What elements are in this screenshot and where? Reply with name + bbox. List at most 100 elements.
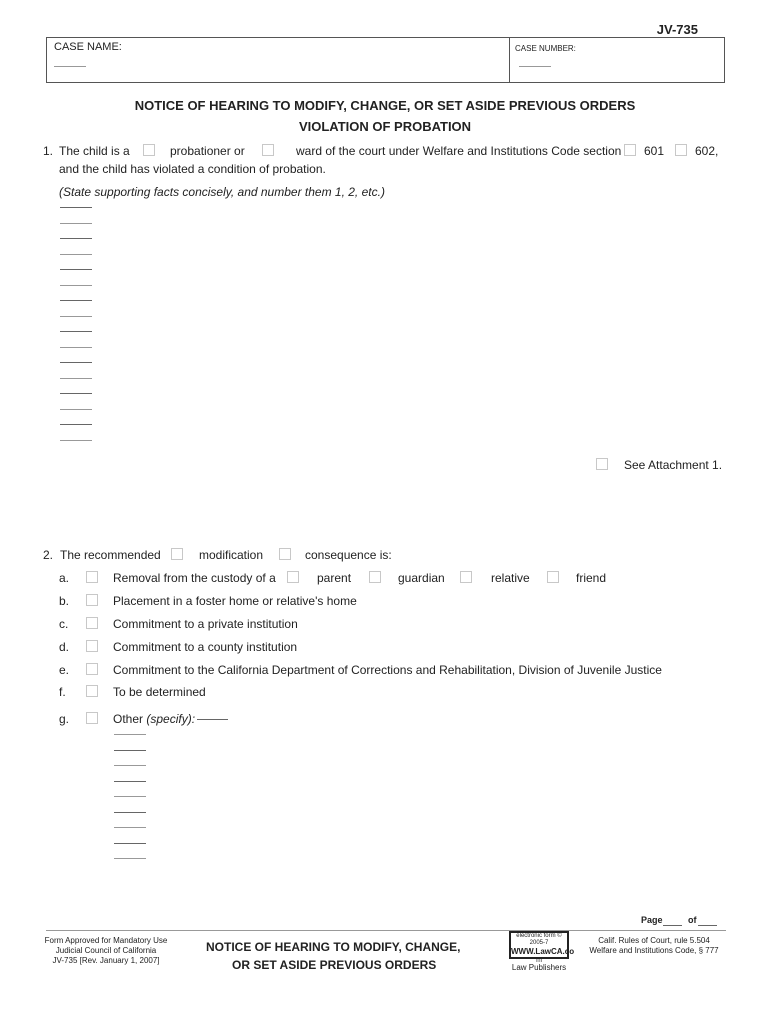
footer-right-line: Calif. Rules of Court, rule 5.504 — [598, 936, 710, 945]
fact-line-field[interactable] — [60, 408, 92, 410]
of-label: of — [688, 915, 697, 925]
consequence-label: consequence is: — [305, 548, 392, 562]
lawca-stamp[interactable]: electronic form © 2005-7 WWW.LawCA.co — [509, 931, 574, 959]
custody-friend-checkbox[interactable] — [547, 571, 559, 583]
footer-title-line1: NOTICE OF HEARING TO MODIFY, CHANGE, — [206, 940, 461, 954]
fact-line-field[interactable] — [60, 300, 92, 301]
page-number-field[interactable] — [663, 925, 682, 926]
section1-instruction: (State supporting facts concisely, and n… — [59, 185, 385, 199]
fact-line-field[interactable] — [60, 253, 92, 255]
other-line-field[interactable] — [114, 734, 146, 735]
custody-relative-label: relative — [491, 571, 530, 585]
item-f-checkbox[interactable] — [86, 685, 98, 697]
item-d-checkbox[interactable] — [86, 640, 98, 652]
item-d-letter: d. — [59, 640, 70, 654]
section-602-checkbox[interactable] — [675, 144, 687, 156]
case-name-label: CASE NAME: — [54, 41, 122, 53]
other-line-field[interactable] — [114, 858, 146, 859]
item-g-specify: (specify): — [146, 712, 196, 726]
footer-left: Form Approved for Mandatory Use Judicial… — [40, 936, 172, 966]
form-number: JV-735 — [656, 22, 698, 37]
ward-checkbox[interactable] — [262, 144, 274, 156]
custody-relative-checkbox[interactable] — [460, 571, 472, 583]
section2-number: 2. — [43, 548, 54, 562]
item-c-letter: c. — [59, 617, 69, 631]
fact-line-field[interactable] — [60, 315, 92, 317]
case-name-field[interactable] — [54, 66, 86, 67]
fact-line-field[interactable] — [60, 377, 92, 379]
other-line-field[interactable] — [114, 827, 146, 828]
other-line-field[interactable] — [114, 765, 146, 766]
section2-text: The recommended — [60, 548, 161, 562]
page-total-field[interactable] — [698, 925, 717, 926]
other-line-field[interactable] — [114, 811, 146, 813]
other-specify-field[interactable] — [197, 719, 228, 720]
case-number-label: CASE NUMBER: — [515, 44, 576, 53]
footer-right-line: Welfare and Institutions Code, § 777 — [589, 946, 719, 955]
footer-title-line2: OR SET ASIDE PREVIOUS ORDERS — [232, 958, 437, 972]
fact-line-field[interactable] — [60, 346, 92, 348]
section1-number: 1. — [43, 144, 54, 158]
custody-parent-checkbox[interactable] — [287, 571, 299, 583]
footer-left-line: Form Approved for Mandatory Use — [44, 936, 168, 945]
item-a-text: Removal from the custody of a — [113, 571, 276, 585]
item-g-label: Other — [113, 712, 144, 726]
stamp-url[interactable]: WWW.LawCA.co — [511, 947, 574, 956]
fact-line-field[interactable] — [60, 284, 92, 286]
item-b-letter: b. — [59, 594, 70, 608]
section-601-label: 601 — [644, 144, 665, 158]
item-d-text: Commitment to a county institution — [113, 640, 298, 654]
section1-line2: and the child has violated a condition o… — [59, 162, 326, 176]
other-line-field[interactable] — [114, 796, 146, 797]
fact-line-field[interactable] — [60, 393, 92, 394]
item-f-text: To be determined — [113, 685, 206, 699]
probationer-label: probationer or — [170, 144, 245, 158]
case-box-divider — [509, 38, 510, 82]
form-subtitle: VIOLATION OF PROBATION — [298, 119, 472, 134]
probationer-checkbox[interactable] — [143, 144, 155, 156]
item-f-letter: f. — [59, 685, 66, 699]
item-e-letter: e. — [59, 663, 70, 677]
item-g-checkbox[interactable] — [86, 712, 98, 724]
fact-line-field[interactable] — [60, 439, 92, 441]
stamp-line2: 2005-7 — [529, 940, 549, 946]
item-a-letter: a. — [59, 571, 70, 585]
footer-rule — [46, 930, 726, 931]
item-a-checkbox[interactable] — [86, 571, 98, 583]
item-b-checkbox[interactable] — [86, 594, 98, 606]
see-attachment-checkbox[interactable] — [596, 458, 608, 470]
custody-parent-label: parent — [317, 571, 352, 585]
custody-guardian-checkbox[interactable] — [369, 571, 381, 583]
footer-left-line: Judicial Council of California — [55, 946, 157, 955]
fact-line-field[interactable] — [60, 238, 92, 239]
footer-right: Calif. Rules of Court, rule 5.504 Welfar… — [584, 936, 724, 956]
other-line-field[interactable] — [114, 842, 146, 844]
item-c-text: Commitment to a private institution — [113, 617, 298, 631]
fact-line-field[interactable] — [60, 207, 92, 208]
consequence-checkbox[interactable] — [279, 548, 291, 560]
fact-line-field[interactable] — [60, 424, 92, 425]
section-601-checkbox[interactable] — [624, 144, 636, 156]
fact-line-field[interactable] — [60, 331, 92, 332]
page-label: Page — [641, 915, 663, 925]
fact-line-field[interactable] — [60, 362, 92, 363]
case-info-box: CASE NAME: CASE NUMBER: — [46, 37, 725, 83]
item-e-checkbox[interactable] — [86, 663, 98, 675]
modification-label: modification — [199, 548, 264, 562]
other-line-field[interactable] — [114, 780, 146, 782]
fact-line-field[interactable] — [60, 269, 92, 270]
custody-guardian-label: guardian — [398, 571, 445, 585]
stamp-line1: electronic form © — [516, 933, 562, 939]
footer-left-line: JV-735 [Rev. January 1, 2007] — [52, 956, 160, 965]
other-line-field[interactable] — [114, 749, 146, 751]
modification-checkbox[interactable] — [171, 548, 183, 560]
section1-text: The child is a — [59, 144, 130, 158]
fact-line-field[interactable] — [60, 222, 92, 224]
case-number-field[interactable] — [519, 66, 551, 67]
item-c-checkbox[interactable] — [86, 617, 98, 629]
item-b-text: Placement in a foster home or relative's… — [113, 594, 357, 608]
ward-label: ward of the court under Welfare and Inst… — [296, 144, 622, 158]
form-title: NOTICE OF HEARING TO MODIFY, CHANGE, OR … — [134, 98, 636, 113]
item-g-letter: g. — [59, 712, 70, 726]
item-e-text: Commitment to the California Department … — [113, 663, 662, 677]
